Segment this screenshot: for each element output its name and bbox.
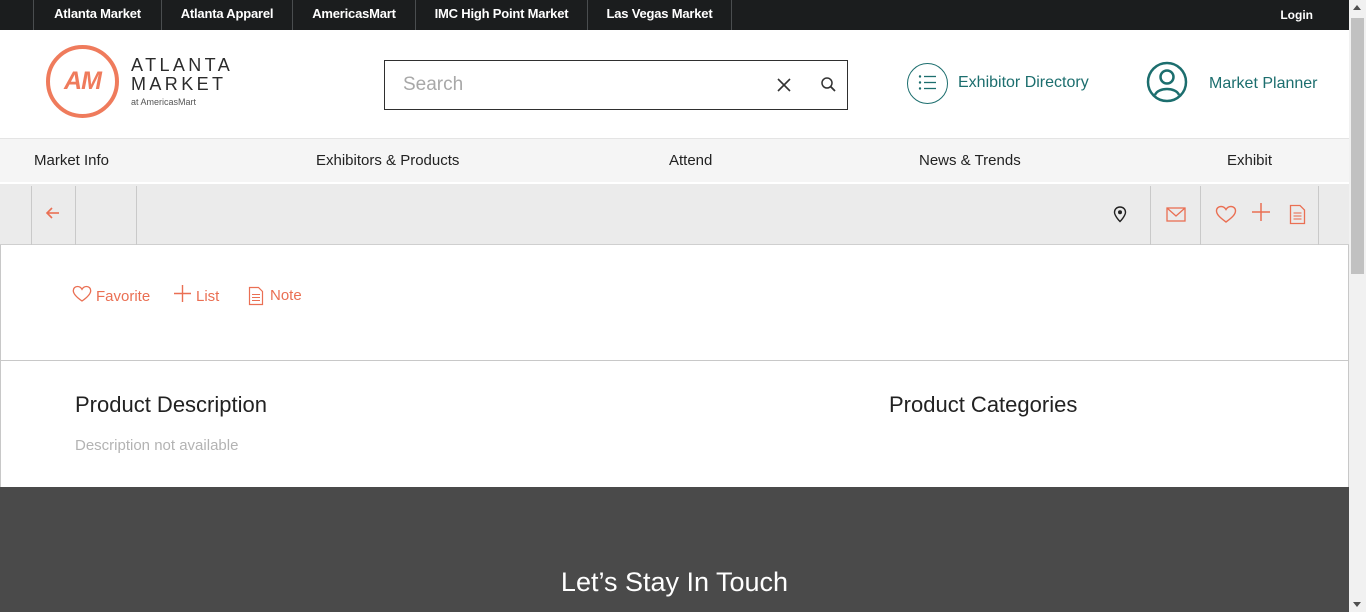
scrollbar-thumb[interactable] (1351, 18, 1364, 274)
nav-attend[interactable]: Attend (669, 139, 712, 183)
scroll-up-arrow-icon[interactable] (1353, 5, 1361, 10)
exhibitor-directory-label: Exhibitor Directory (958, 74, 1089, 91)
atlanta-market-logo[interactable]: AM ATLANTA MARKET at AmericasMart (46, 45, 246, 119)
footer-title: Let’s Stay In Touch (560, 567, 789, 597)
list-icon (907, 63, 948, 104)
logo-subtitle: at AmericasMart (131, 97, 197, 107)
clear-search-icon[interactable] (773, 74, 795, 96)
market-planner-label: Market Planner (1209, 75, 1318, 92)
market-switcher-bar: Atlanta Market Atlanta Apparel AmericasM… (0, 0, 1349, 30)
note-icon (248, 286, 264, 306)
site-header: AM ATLANTA MARKET at AmericasMart Exhib (0, 30, 1349, 138)
add-note-button[interactable]: Note (248, 285, 313, 309)
heart-icon[interactable] (1215, 205, 1237, 224)
market-link-atlanta-market[interactable]: Atlanta Market (33, 0, 161, 30)
logo-word-market: MARKET (131, 74, 227, 94)
search-box (384, 60, 848, 110)
market-planner-link[interactable]: Market Planner (1146, 60, 1336, 104)
product-action-bar (0, 182, 1349, 245)
login-link[interactable]: Login (1280, 0, 1313, 30)
market-link-las-vegas[interactable]: Las Vegas Market (587, 0, 732, 30)
list-label: List (196, 288, 220, 305)
exhibitor-directory-link[interactable]: Exhibitor Directory (907, 63, 1107, 105)
product-actions-panel: Favorite List Note (0, 245, 1349, 361)
market-link-imc-high-point[interactable]: IMC High Point Market (415, 0, 587, 30)
note-label: Note (270, 287, 302, 304)
page-scrollbar[interactable] (1349, 0, 1366, 612)
divider (1318, 186, 1319, 245)
divider (1150, 186, 1151, 245)
product-description-text: Description not available (75, 437, 239, 454)
search-icon[interactable] (819, 75, 839, 95)
product-categories-heading: Product Categories (889, 392, 1078, 417)
plus-icon (174, 285, 191, 302)
footer-newsletter: Let’s Stay In Touch (0, 487, 1349, 612)
back-arrow-icon[interactable] (45, 206, 61, 220)
divider (1200, 186, 1201, 245)
logo-monogram: AM (64, 67, 102, 95)
plus-icon[interactable] (1251, 202, 1271, 222)
note-icon[interactable] (1289, 204, 1306, 225)
product-detail-panel: Product Description Description not avai… (0, 361, 1349, 487)
nav-exhibit[interactable]: Exhibit (1227, 139, 1272, 183)
scroll-down-arrow-icon[interactable] (1353, 602, 1361, 607)
nav-news-trends[interactable]: News & Trends (919, 139, 1021, 183)
add-to-list-button[interactable]: List (173, 285, 228, 309)
nav-market-info[interactable]: Market Info (34, 139, 109, 183)
heart-icon (72, 285, 92, 302)
user-icon (1146, 61, 1188, 103)
divider (75, 186, 76, 245)
email-icon[interactable] (1166, 207, 1186, 222)
favorite-label: Favorite (96, 288, 151, 305)
search-input[interactable] (385, 61, 765, 109)
divider (31, 186, 32, 245)
market-link-atlanta-apparel[interactable]: Atlanta Apparel (161, 0, 292, 30)
main-navigation: Market Info Exhibitors & Products Attend… (0, 138, 1349, 182)
divider (136, 186, 137, 245)
favorite-button[interactable]: Favorite (72, 285, 157, 309)
location-pin-icon[interactable] (1113, 206, 1127, 223)
product-description-heading: Product Description (75, 392, 267, 417)
market-link-americasmart[interactable]: AmericasMart (292, 0, 415, 30)
logo-word-atlanta: ATLANTA (131, 55, 234, 75)
nav-exhibitors-products[interactable]: Exhibitors & Products (316, 139, 459, 183)
